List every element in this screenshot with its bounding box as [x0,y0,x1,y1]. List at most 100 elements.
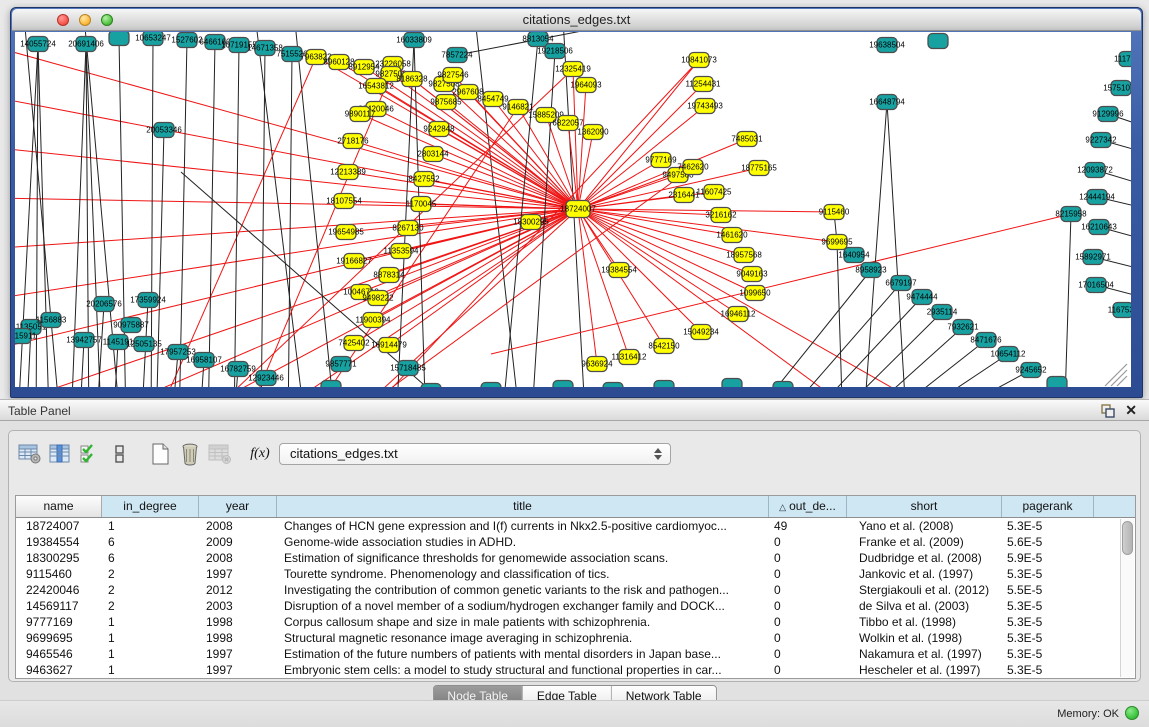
graph-node[interactable]: 19218506 [537,44,573,59]
citation-edge[interactable] [846,327,963,387]
citation-edge[interactable] [578,209,738,314]
graph-node[interactable]: 11353594 [384,244,420,259]
graph-node[interactable]: 8186328 [396,72,428,87]
citation-edge[interactable] [887,102,907,387]
graph-node[interactable]: 1099650 [739,286,771,301]
graph-node[interactable]: 20206576 [86,297,122,312]
graph-node[interactable]: 15892971 [1075,250,1111,265]
graph-node[interactable] [1047,377,1067,388]
table-row[interactable]: 977716911998Corpus callosum shape and si… [16,614,1135,630]
graph-node[interactable]: 2316441 [668,188,700,203]
column-header-short[interactable]: short [847,496,1002,517]
graph-node[interactable]: 2718176 [337,134,369,149]
graph-node[interactable]: 9875685 [430,95,462,110]
table-row[interactable]: 1830029562008Estimation of significance … [16,550,1135,566]
table-row[interactable]: 969969511998Structural magnetic resonanc… [16,630,1135,646]
graph-node[interactable]: 12923446 [248,371,284,386]
graph-node[interactable]: 14055724 [20,37,56,52]
graph-node[interactable]: 16648794 [869,95,905,110]
window-titlebar[interactable]: citations_edges.txt [12,9,1141,31]
column-header-title[interactable]: title [277,496,769,517]
graph-node[interactable]: 17016504 [1078,278,1114,293]
citation-edge[interactable] [251,32,306,387]
graph-node[interactable]: 9245652 [1015,363,1047,378]
graph-node[interactable]: 12093872 [1077,163,1113,178]
table-row[interactable]: 1872400712008Changes of HCN gene express… [16,518,1135,534]
graph-node[interactable] [421,384,441,388]
citation-edge[interactable] [396,40,414,387]
graph-node[interactable] [603,383,623,388]
graph-node[interactable]: 9777169 [645,153,677,168]
citation-edge[interactable] [891,354,1008,387]
citation-graph[interactable]: 1872400714055724206914061065324715276026… [15,32,1131,387]
graph-node[interactable]: 9498222 [362,291,394,306]
graph-node[interactable]: 1964093 [570,78,602,93]
graph-node[interactable]: 12325419 [555,62,591,77]
graph-node[interactable]: 9474444 [906,290,938,305]
graph-node[interactable]: 18957568 [726,248,762,263]
graph-node[interactable]: 12444194 [1079,190,1115,205]
graph-node[interactable]: 8542150 [648,339,680,354]
column-header-name[interactable]: name [16,496,102,517]
column-header-year[interactable]: year [199,496,277,517]
graph-node[interactable]: 12213389 [330,165,366,180]
graph-node[interactable]: 1461620 [716,228,748,243]
graph-node[interactable]: 6679197 [885,276,917,291]
graph-node[interactable]: 18107554 [326,194,362,209]
graph-node[interactable]: 8427552 [408,172,440,187]
citation-edge[interactable] [414,40,426,387]
citation-edge[interactable] [36,44,38,387]
graph-node[interactable]: 10654112 [991,347,1027,362]
graph-node[interactable]: 90975887 [113,318,149,333]
graph-node[interactable]: 9049163 [736,267,768,282]
citation-edge[interactable] [457,32,691,55]
table-row[interactable]: 946362711997Embryonic stem cells: a mode… [16,662,1135,678]
column-header-in_degree[interactable]: in_degree [102,496,199,517]
graph-node[interactable]: 8215958 [1055,207,1087,222]
graph-node[interactable]: 19654985 [328,225,364,240]
graph-node[interactable]: 8878314 [373,268,405,283]
citation-edge[interactable] [578,209,629,357]
table-row[interactable]: 2242004622012Investigating the contribut… [16,582,1135,598]
scrollbar-thumb[interactable] [1122,521,1133,555]
graph-node[interactable] [553,381,573,388]
citation-edge[interactable] [916,370,1031,387]
show-columns-icon[interactable] [47,442,73,466]
column-header-pagerank[interactable]: pagerank [1002,496,1094,517]
citation-edge[interactable] [471,32,521,387]
graph-node[interactable]: 3915911 [15,329,37,344]
select-columns-icon[interactable] [77,442,103,466]
graph-node[interactable]: 10841073 [681,53,717,68]
graph-node[interactable] [654,381,674,388]
graph-node[interactable] [928,34,948,49]
vertical-scrollbar[interactable] [1120,519,1134,677]
graph-node[interactable]: 3216162 [705,208,737,223]
delete-column-icon[interactable] [177,442,203,466]
graph-node[interactable]: 2935114 [927,305,958,320]
graph-node[interactable]: 8471676 [970,333,1002,348]
graph-node[interactable]: 1527602 [171,33,203,48]
graph-node[interactable]: 20691406 [68,37,104,52]
graph-node[interactable] [481,383,501,388]
citation-edge[interactable] [360,114,578,209]
graph-node[interactable]: 10653247 [135,32,171,46]
citation-edge[interactable] [38,44,49,387]
graph-node[interactable]: 13942757 [66,333,102,348]
float-panel-icon[interactable] [1101,404,1115,418]
graph-node[interactable]: 15718485 [390,361,426,376]
citation-edge[interactable] [15,142,578,209]
graph-node[interactable]: 15049234 [683,325,719,340]
graph-node[interactable]: 19638504 [869,38,905,53]
graph-node[interactable]: 18775165 [741,161,777,176]
graph-node[interactable]: 7425402 [338,336,370,351]
graph-node[interactable] [722,379,742,388]
graph-node[interactable]: 9129996 [1092,107,1124,122]
graph-node[interactable]: 9636924 [581,357,613,372]
graph-node[interactable]: 9242848 [423,122,455,137]
graph-node[interactable] [109,32,129,46]
table-selector-dropdown[interactable]: citations_edges.txt [279,443,671,465]
citation-edge[interactable] [15,197,578,209]
resize-grip-icon[interactable] [1105,364,1127,386]
graph-node[interactable]: 11607425 [697,185,733,200]
graph-node[interactable]: 7485031 [731,132,763,147]
